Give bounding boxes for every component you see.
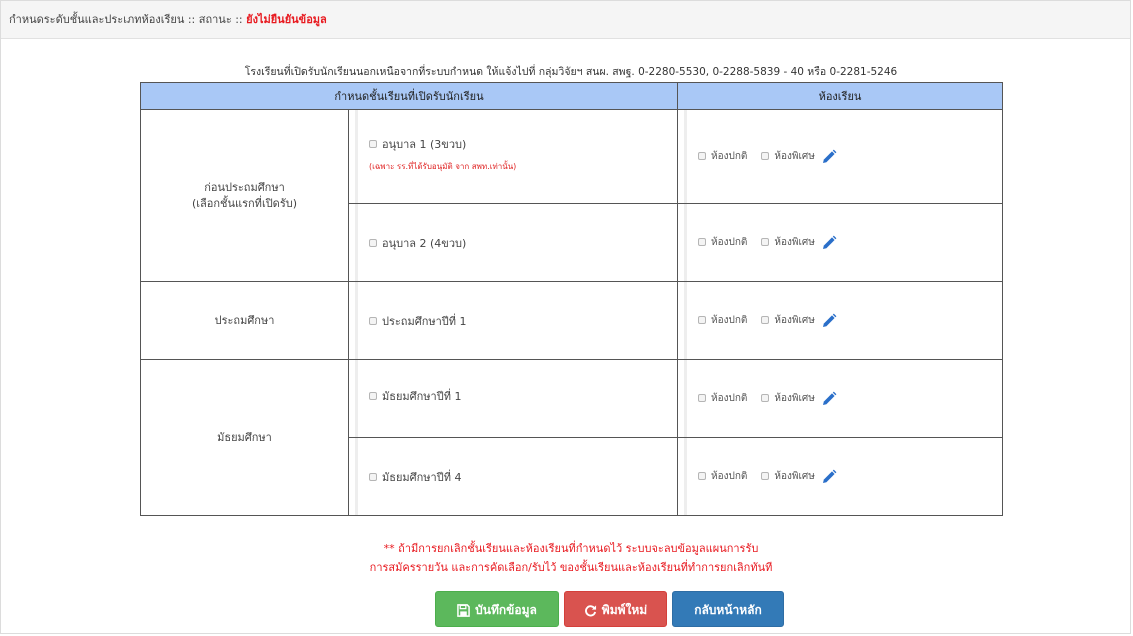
cell-divider [684,110,687,203]
cell-divider [684,204,687,281]
room-special-checkbox[interactable] [761,152,770,160]
room-special-label: ห้องพิเศษ [774,151,815,162]
room-special-checkbox[interactable] [761,472,770,480]
room-special-checkbox[interactable] [761,238,770,246]
cancel-warning: ** ถ้ามีการยกเลิกชั้นเรียนและห้องเรียนที… [140,539,1002,577]
table-row: ก่อนประถมศึกษา (เลือกชั้นแรกที่เปิดรับ) … [140,109,1003,282]
room-normal-label: ห้องปกติ [711,237,748,248]
room-normal-checkbox[interactable] [698,394,706,402]
warning-line: การสมัครรายวัน และการคัดเลือก/รับไว้ ของ… [369,561,773,574]
class-label: มัธยมศึกษาปีที่ 1 [382,389,462,403]
class-checkbox-primary-1[interactable] [369,316,377,325]
class-checkbox-secondary-1[interactable] [369,391,377,400]
contact-note: โรงเรียนที่เปิดรับนักเรียนนอกเหนือจากที่… [244,66,898,78]
cell-divider [355,110,358,203]
level-sublabel: (เลือกชั้นแรกที่เปิดรับ) [191,196,298,210]
cell-divider [355,282,358,359]
pencil-icon[interactable] [821,313,837,329]
level-label: ก่อนประถมศึกษา [204,180,285,194]
level-cell-secondary: มัธยมศึกษา [140,359,349,516]
room-special-checkbox[interactable] [761,316,770,324]
class-label: อนุบาล 2 (4ขวบ) [382,236,467,250]
table-row: ประถมศึกษา ประถมศึกษาปีที่ 1 ห้องปกติ ห้อ… [140,281,1003,360]
level-label: ประถมศึกษา [214,313,275,327]
home-button[interactable]: กลับหน้าหลัก [672,591,784,627]
room-special-label: ห้องพิเศษ [774,393,815,404]
class-cell: ประถมศึกษาปีที่ 1 [348,281,678,360]
room-special-label: ห้องพิเศษ [774,315,815,326]
level-cell-primary: ประถมศึกษา [140,281,349,360]
refresh-icon [584,605,596,617]
room-normal-checkbox[interactable] [698,472,706,480]
class-checkbox-kindergarten-1[interactable] [369,139,377,148]
save-button-label: บันทึกข้อมูล [475,603,537,617]
room-normal-checkbox[interactable] [698,316,706,324]
room-normal-checkbox[interactable] [698,238,706,246]
room-cell: ห้องปกติ ห้องพิเศษ [677,109,1003,204]
cell-divider [355,204,358,281]
pencil-icon[interactable] [821,391,837,407]
table-row: มัธยมศึกษา มัธยมศึกษาปีที่ 1 ห้องปกติ ห้อ… [140,359,1003,516]
class-restriction-note: (เฉพาะ รร.ที่ได้รับอนุมัติ จาก สพท.เท่าน… [369,161,517,171]
save-button[interactable]: บันทึกข้อมูล [435,591,559,627]
pencil-icon[interactable] [821,149,837,165]
room-cell: ห้องปกติ ห้องพิเศษ [677,281,1003,360]
class-checkbox-secondary-4[interactable] [369,472,377,481]
level-cell-preschool: ก่อนประถมศึกษา (เลือกชั้นแรกที่เปิดรับ) [140,109,349,282]
cell-divider [355,438,358,515]
room-cell: ห้องปกติ ห้องพิเศษ [677,437,1003,516]
cell-divider [684,360,687,437]
class-cell: อนุบาล 1 (3ขวบ) (เฉพาะ รร.ที่ได้รับอนุมั… [348,109,678,204]
warning-line: ** ถ้ามีการยกเลิกชั้นเรียนและห้องเรียนที… [383,542,759,555]
cell-divider [684,438,687,515]
room-normal-checkbox[interactable] [698,152,706,160]
room-normal-label: ห้องปกติ [711,393,748,404]
header-separator: :: [184,13,199,26]
room-normal-label: ห้องปกติ [711,471,748,482]
class-cell: อนุบาล 2 (4ขวบ) [348,203,678,282]
header-separator: :: [231,13,247,26]
room-normal-label: ห้องปกติ [711,315,748,326]
reset-button-label: พิมพ์ใหม่ [601,603,648,617]
class-label: ประถมศึกษาปีที่ 1 [382,314,467,328]
floppy-disk-icon [457,604,470,617]
room-normal-label: ห้องปกติ [711,151,748,162]
class-cell: มัธยมศึกษาปีที่ 4 [348,437,678,516]
status-badge: ยังไม่ยืนยันข้อมูล [246,13,327,26]
room-cell: ห้องปกติ ห้องพิเศษ [677,359,1003,438]
class-table: กำหนดชั้นเรียนที่เปิดรับนักเรียน ห้องเรี… [140,82,1003,516]
level-label: มัธยมศึกษา [217,430,272,444]
pencil-icon[interactable] [821,469,837,485]
room-cell: ห้องปกติ ห้องพิเศษ [677,203,1003,282]
class-checkbox-kindergarten-2[interactable] [369,238,377,247]
class-cell: มัธยมศึกษาปีที่ 1 [348,359,678,438]
status-label: สถานะ [198,13,232,26]
class-label: มัธยมศึกษาปีที่ 4 [382,470,462,484]
pencil-icon[interactable] [821,235,837,251]
class-label: อนุบาล 1 (3ขวบ) [382,137,467,151]
reset-button[interactable]: พิมพ์ใหม่ [564,591,667,627]
page-title: กำหนดระดับชั้นและประเภทห้องเรียน [9,13,185,26]
room-special-label: ห้องพิเศษ [774,471,815,482]
panel-header: กำหนดระดับชั้นและประเภทห้องเรียน :: สถาน… [1,1,1130,39]
room-special-label: ห้องพิเศษ [774,237,815,248]
home-button-label: กลับหน้าหลัก [694,603,762,617]
cell-divider [684,282,687,359]
column-header-classes: กำหนดชั้นเรียนที่เปิดรับนักเรียน [140,82,678,110]
column-header-rooms: ห้องเรียน [677,82,1003,110]
cell-divider [355,360,358,437]
table-header-row: กำหนดชั้นเรียนที่เปิดรับนักเรียน ห้องเรี… [140,82,1003,110]
room-special-checkbox[interactable] [761,394,770,402]
